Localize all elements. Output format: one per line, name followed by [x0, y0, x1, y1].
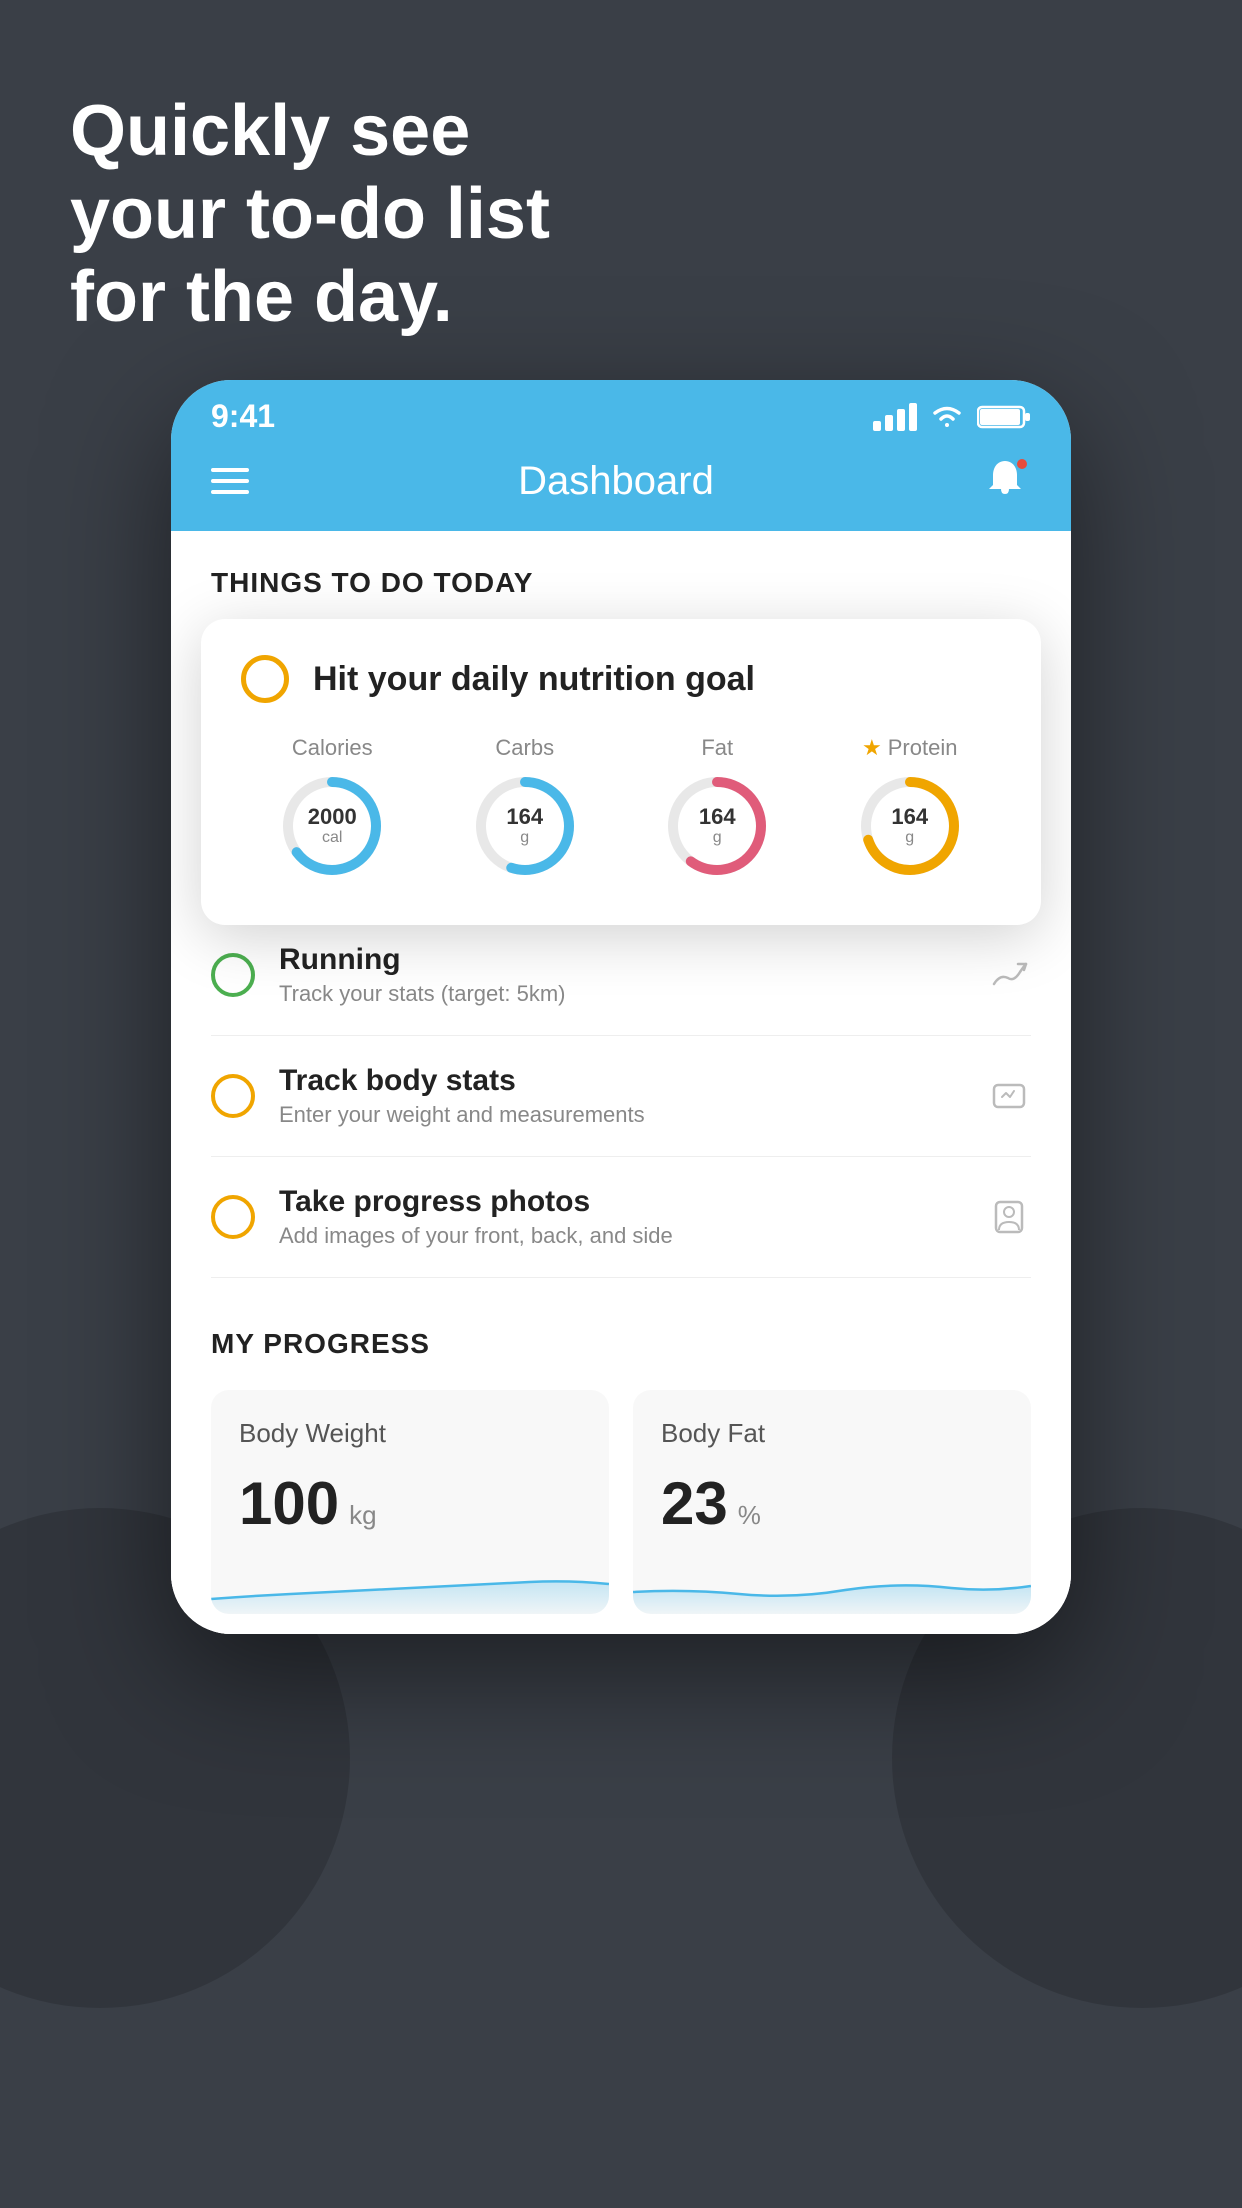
- notification-bell-button[interactable]: [983, 455, 1031, 507]
- status-bar: 9:41: [171, 380, 1071, 445]
- protein-value: 164: [891, 805, 928, 829]
- progress-cards: Body Weight 100 kg: [211, 1390, 1031, 1614]
- todo-running[interactable]: Running Track your stats (target: 5km): [211, 915, 1031, 1036]
- progress-heading: MY PROGRESS: [211, 1328, 1031, 1360]
- signal-bars-icon: [873, 403, 917, 431]
- calories-label: Calories: [292, 735, 373, 761]
- navbar: Dashboard: [171, 445, 1071, 531]
- macro-carbs: Carbs 164 g: [470, 735, 580, 881]
- notification-dot: [1015, 457, 1029, 471]
- body-fat-value-row: 23 %: [661, 1469, 1003, 1538]
- todo-running-title: Running: [279, 943, 963, 977]
- todo-list: Running Track your stats (target: 5km): [171, 915, 1071, 1278]
- carbs-donut: 164 g: [470, 771, 580, 881]
- carbs-unit: g: [506, 829, 543, 847]
- nutrition-card-title: Hit your daily nutrition goal: [313, 660, 755, 699]
- fat-unit: g: [699, 829, 736, 847]
- calories-value: 2000: [308, 805, 357, 829]
- battery-icon: [977, 404, 1031, 430]
- things-heading: THINGS TO DO TODAY: [171, 531, 1071, 619]
- person-icon: [987, 1195, 1031, 1239]
- protein-unit: g: [891, 829, 928, 847]
- carbs-value: 164: [506, 805, 543, 829]
- todo-photos-title: Take progress photos: [279, 1185, 963, 1219]
- body-weight-card: Body Weight 100 kg: [211, 1390, 609, 1614]
- todo-photos-text: Take progress photos Add images of your …: [279, 1185, 963, 1249]
- body-fat-card: Body Fat 23 %: [633, 1390, 1031, 1614]
- progress-section: MY PROGRESS Body Weight 100 kg: [171, 1278, 1071, 1634]
- todo-bodystats-text: Track body stats Enter your weight and m…: [279, 1064, 963, 1128]
- body-weight-unit: kg: [349, 1500, 376, 1531]
- running-icon: [987, 953, 1031, 997]
- protein-donut: 164 g: [855, 771, 965, 881]
- todo-running-text: Running Track your stats (target: 5km): [279, 943, 963, 1007]
- status-time: 9:41: [211, 398, 275, 435]
- body-weight-title: Body Weight: [239, 1418, 581, 1449]
- status-icons: [873, 403, 1031, 431]
- todo-running-circle: [211, 953, 255, 997]
- phone-content: THINGS TO DO TODAY Hit your daily nutrit…: [171, 531, 1071, 1634]
- headline-line2: your to-do list: [70, 173, 550, 256]
- scale-icon: [987, 1074, 1031, 1118]
- body-weight-value-row: 100 kg: [239, 1469, 581, 1538]
- wifi-icon: [929, 403, 965, 431]
- todo-running-sub: Track your stats (target: 5km): [279, 981, 963, 1007]
- fat-label: Fat: [701, 735, 733, 761]
- body-fat-num: 23: [661, 1469, 728, 1538]
- protein-label-row: ★ Protein: [862, 735, 957, 761]
- nutrition-check-circle: [241, 655, 289, 703]
- body-weight-num: 100: [239, 1469, 339, 1538]
- body-fat-chart: [633, 1554, 1031, 1614]
- fat-donut: 164 g: [662, 771, 772, 881]
- protein-label: Protein: [888, 735, 958, 761]
- menu-button[interactable]: [211, 468, 249, 494]
- todo-photos-sub: Add images of your front, back, and side: [279, 1223, 963, 1249]
- carbs-label: Carbs: [495, 735, 554, 761]
- calories-donut: 2000 cal: [277, 771, 387, 881]
- todo-bodystats-sub: Enter your weight and measurements: [279, 1102, 963, 1128]
- headline: Quickly see your to-do list for the day.: [70, 90, 550, 338]
- macros-row: Calories 2000 cal: [241, 735, 1001, 881]
- body-weight-chart: [211, 1554, 609, 1614]
- todo-bodystats-title: Track body stats: [279, 1064, 963, 1098]
- nav-title: Dashboard: [518, 459, 714, 504]
- body-fat-unit: %: [738, 1500, 761, 1531]
- headline-line3: for the day.: [70, 256, 550, 339]
- macro-calories: Calories 2000 cal: [277, 735, 387, 881]
- todo-bodystats[interactable]: Track body stats Enter your weight and m…: [211, 1036, 1031, 1157]
- macro-protein: ★ Protein 164 g: [855, 735, 965, 881]
- star-icon: ★: [862, 735, 882, 761]
- nutrition-card: Hit your daily nutrition goal Calories 2: [201, 619, 1041, 925]
- phone-mockup: 9:41: [171, 380, 1071, 1634]
- body-fat-title: Body Fat: [661, 1418, 1003, 1449]
- todo-bodystats-circle: [211, 1074, 255, 1118]
- calories-unit: cal: [308, 829, 357, 847]
- todo-photos-circle: [211, 1195, 255, 1239]
- macro-fat: Fat 164 g: [662, 735, 772, 881]
- fat-value: 164: [699, 805, 736, 829]
- headline-line1: Quickly see: [70, 90, 550, 173]
- todo-photos[interactable]: Take progress photos Add images of your …: [211, 1157, 1031, 1278]
